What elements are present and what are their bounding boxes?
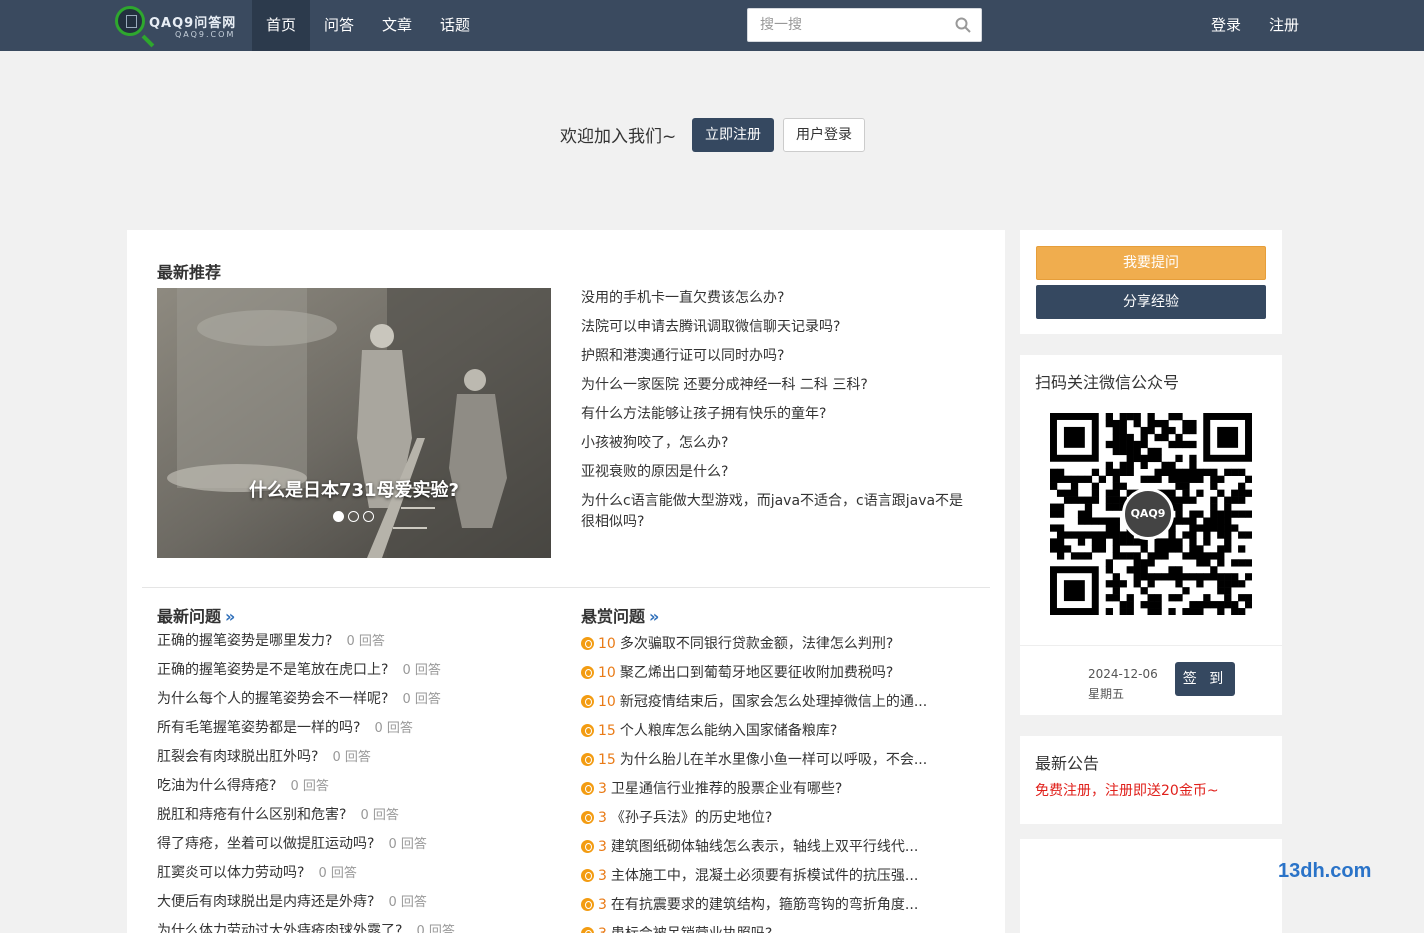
list-item[interactable]: 10 聚乙烯出口到葡萄牙地区要征收附加费税吗?	[581, 658, 981, 687]
recommend-item[interactable]: 小孩被狗咬了，怎么办?	[581, 433, 977, 454]
wechat-card: 扫码关注微信公众号 QAQ9 2024-12-06 星期五 签 到	[1020, 355, 1282, 715]
ask-question-button[interactable]: 我要提问	[1036, 246, 1266, 280]
recommend-item[interactable]: 有什么方法能够让孩子拥有快乐的童年?	[581, 404, 977, 425]
coin-icon	[581, 869, 594, 882]
recommend-item[interactable]: 护照和港澳通行证可以同时办吗?	[581, 346, 977, 367]
list-item[interactable]: 3 主体施工中，混凝土必须要有拆模试件的抗压强...	[581, 861, 981, 890]
coin-icon	[581, 898, 594, 911]
action-card: 我要提问 分享经验	[1020, 230, 1282, 334]
coin-icon	[581, 724, 594, 737]
share-experience-button[interactable]: 分享经验	[1036, 285, 1266, 319]
list-item[interactable]: 正确的握笔姿势是哪里发力? 0 回答	[157, 629, 557, 658]
wechat-title: 扫码关注微信公众号	[1035, 373, 1180, 392]
search-box	[747, 8, 982, 42]
register-now-button[interactable]: 立即注册	[692, 118, 774, 152]
list-item[interactable]: 正确的握笔姿势是不是笔放在虎口上? 0 回答	[157, 658, 557, 687]
list-item[interactable]: 为什么体力劳动过大外痔疮肉球外露了? 0 回答	[157, 919, 557, 933]
recommend-item[interactable]: 法院可以申请去腾讯调取微信聊天记录吗?	[581, 317, 977, 338]
watermark: 13dh.com	[1278, 860, 1372, 882]
list-item[interactable]: 10 多次骗取不同银行贷款金额，法律怎么判刑?	[581, 629, 981, 658]
slide-caption[interactable]: 什么是日本731母爱实验?	[157, 476, 551, 502]
image-slider[interactable]: 什么是日本731母爱实验?	[157, 288, 551, 558]
latest-questions-title[interactable]: 最新问题»	[157, 603, 235, 627]
slider-dots	[333, 511, 374, 522]
latest-questions-list: 正确的握笔姿势是哪里发力? 0 回答 正确的握笔姿势是不是笔放在虎口上? 0 回答 …	[157, 629, 557, 933]
list-item[interactable]: 肛裂会有肉球脱出肛外吗? 0 回答	[157, 745, 557, 774]
slider-dot[interactable]	[333, 511, 344, 522]
list-item[interactable]: 3 卫星通信行业推荐的股票企业有哪些?	[581, 774, 981, 803]
nav-qa[interactable]: 问答	[310, 0, 368, 51]
list-item[interactable]: 所有毛笔握笔姿势都是一样的吗? 0 回答	[157, 716, 557, 745]
coin-icon	[581, 840, 594, 853]
logo-text: QAQ9问答网	[149, 16, 237, 31]
section-divider	[142, 587, 990, 588]
top-navbar: QAQ9问答网 QAQ9.COM 首页 问答 文章 话题 登录 注册	[0, 0, 1424, 51]
login-link[interactable]: 登录	[1211, 0, 1241, 51]
register-link[interactable]: 注册	[1269, 0, 1299, 51]
main-nav: 首页 问答 文章 话题	[252, 0, 484, 51]
notice-title: 最新公告	[1035, 754, 1100, 773]
recommend-title: 最新推荐	[157, 263, 222, 282]
list-item[interactable]: 为什么每个人的握笔姿势会不一样呢? 0 回答	[157, 687, 557, 716]
sign-in-button[interactable]: 签 到	[1175, 662, 1235, 696]
list-item[interactable]: 10 新冠疫情结束后，国家会怎么处理掉微信上的通...	[581, 687, 981, 716]
list-item[interactable]: 大便后有肉球脱出是内痔还是外痔? 0 回答	[157, 890, 557, 919]
list-item[interactable]: 吃油为什么得痔疮? 0 回答	[157, 774, 557, 803]
welcome-text: 欢迎加入我们~	[560, 127, 677, 147]
coin-icon	[581, 695, 594, 708]
slider-dot[interactable]	[348, 511, 359, 522]
empty-card	[1020, 839, 1282, 933]
search-input[interactable]	[748, 9, 948, 41]
list-item[interactable]: 肛窦炎可以体力劳动吗? 0 回答	[157, 861, 557, 890]
coin-icon	[581, 782, 594, 795]
list-item[interactable]: 3 建筑图纸砌体轴线怎么表示，轴线上双平行线代...	[581, 832, 981, 861]
recommend-item[interactable]: 亚视衰败的原因是什么?	[581, 462, 977, 483]
nav-topics[interactable]: 话题	[426, 0, 484, 51]
coin-icon	[581, 666, 594, 679]
notice-card: 最新公告 免费注册，注册即送20金币~	[1020, 736, 1282, 824]
recommend-item[interactable]: 没用的手机卡一直欠费该怎么办?	[581, 288, 977, 309]
recommend-list: 没用的手机卡一直欠费该怎么办? 法院可以申请去腾讯调取微信聊天记录吗? 护照和港…	[581, 288, 977, 541]
user-login-button[interactable]: 用户登录	[783, 118, 865, 152]
logo-subtext: QAQ9.COM	[175, 30, 236, 39]
list-item[interactable]: 得了痔疮，坐着可以做提肛运动吗? 0 回答	[157, 832, 557, 861]
nav-home[interactable]: 首页	[252, 0, 311, 51]
bounty-questions-list: 10 多次骗取不同银行贷款金额，法律怎么判刑? 10 聚乙烯出口到葡萄牙地区要征收附…	[581, 629, 981, 933]
coin-icon	[581, 811, 594, 824]
magnifier-icon	[115, 6, 145, 36]
list-item[interactable]: 3 在有抗震要求的建筑结构，箍筋弯钩的弯折角度...	[581, 890, 981, 919]
main-panel: 最新推荐 什么是日本731母爱实验? 没用的手机卡一直欠费该怎么办? 法院可以申…	[127, 230, 1005, 933]
list-item[interactable]: 3 《孙子兵法》的历史地位?	[581, 803, 981, 832]
site-logo[interactable]: QAQ9问答网 QAQ9.COM	[113, 4, 238, 48]
coin-icon	[581, 753, 594, 766]
list-item[interactable]: 3患标会被吊销营业执照吗?	[581, 919, 981, 933]
coin-icon	[581, 927, 594, 933]
slider-dot[interactable]	[363, 511, 374, 522]
nav-articles[interactable]: 文章	[368, 0, 426, 51]
bounty-questions-title[interactable]: 悬赏问题»	[581, 603, 659, 627]
coin-icon	[581, 637, 594, 650]
notice-link[interactable]: 免费注册，注册即送20金币~	[1035, 780, 1219, 800]
more-link[interactable]: »	[225, 607, 235, 626]
qr-logo: QAQ9	[1122, 488, 1174, 540]
list-item[interactable]: 脱肛和痔疮有什么区别和危害? 0 回答	[157, 803, 557, 832]
sign-date: 2024-12-06 星期五	[1088, 667, 1158, 701]
search-icon[interactable]	[955, 17, 971, 33]
recommend-item[interactable]: 为什么c语言能做大型游戏，而java不适合，c语言跟java不是很相似吗?	[581, 491, 977, 533]
more-link[interactable]: »	[649, 607, 659, 626]
list-item[interactable]: 15 个人粮库怎么能纳入国家储备粮库?	[581, 716, 981, 745]
list-item[interactable]: 15 为什么胎儿在羊水里像小鱼一样可以呼吸，不会...	[581, 745, 981, 774]
recommend-item[interactable]: 为什么一家医院 还要分成神经一科 二科 三科?	[581, 375, 977, 396]
